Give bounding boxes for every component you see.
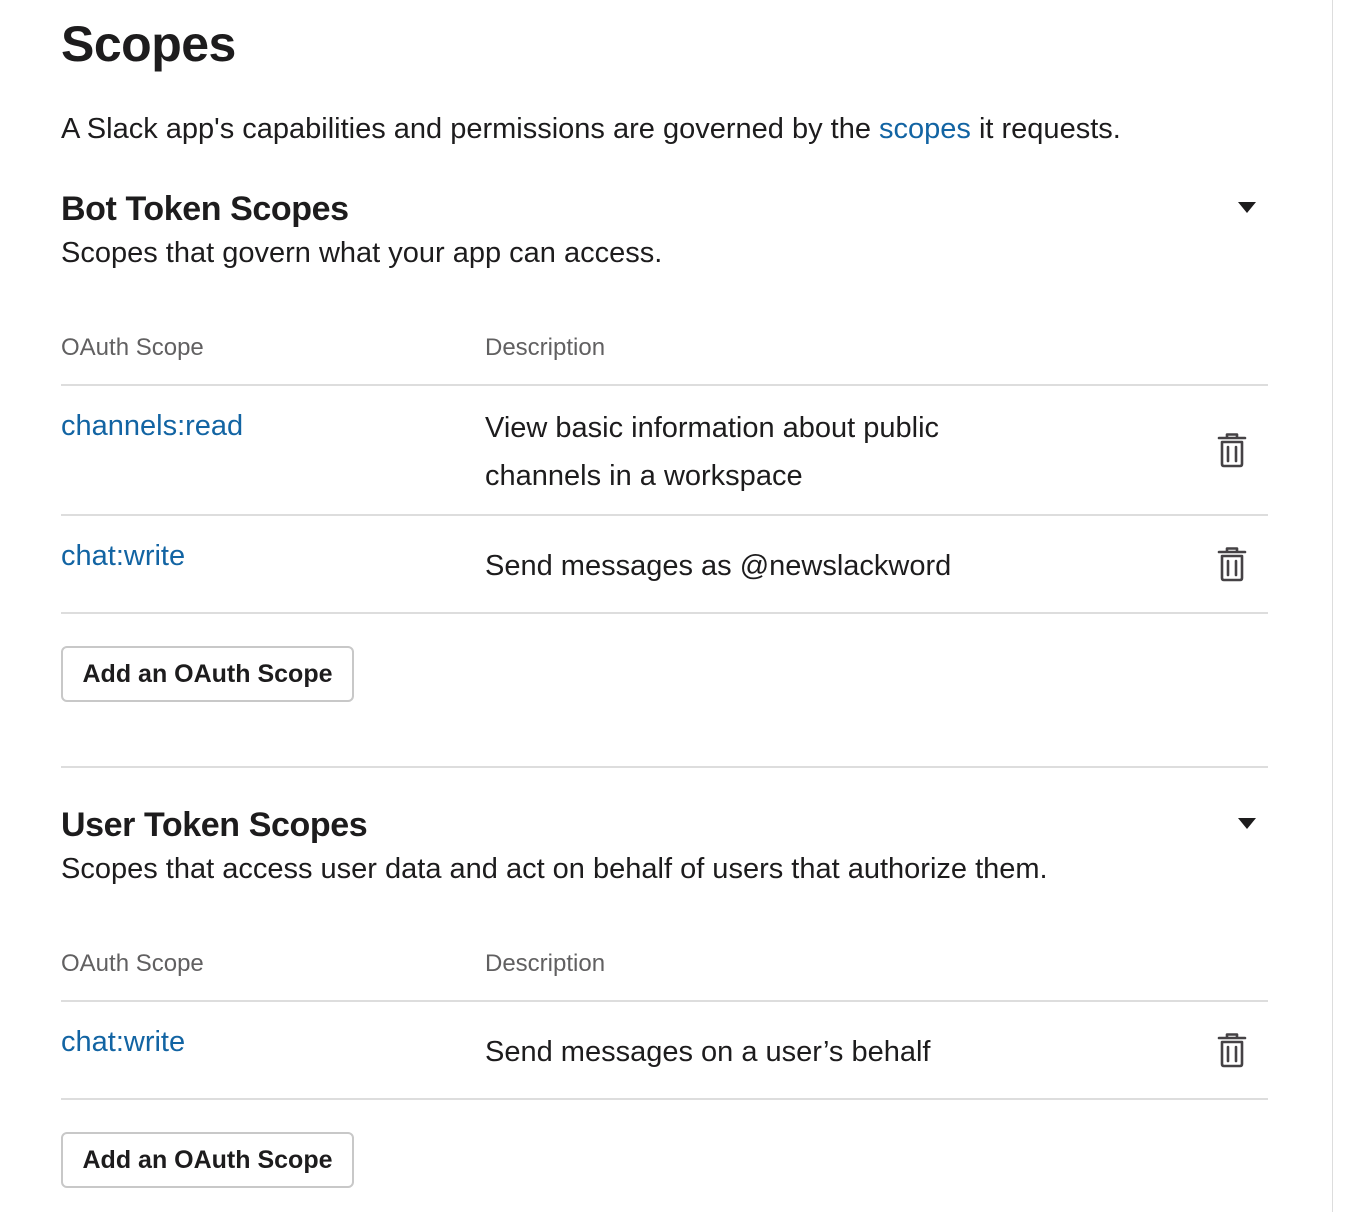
- scope-link[interactable]: chat:write: [61, 1022, 185, 1062]
- table-row: channels:read View basic information abo…: [61, 384, 1268, 514]
- table-header: OAuth Scope Description: [61, 328, 1268, 368]
- trash-icon[interactable]: [1216, 546, 1248, 582]
- page-title: Scopes: [61, 16, 236, 72]
- scopes-doc-link[interactable]: scopes: [879, 113, 971, 145]
- add-oauth-scope-button[interactable]: Add an OAuth Scope: [61, 646, 354, 702]
- column-header-description: Description: [485, 334, 606, 361]
- section-subtitle: Scopes that govern what your app can acc…: [61, 237, 663, 269]
- table-header: OAuth Scope Description: [61, 944, 1268, 984]
- caret-down-icon[interactable]: [1236, 812, 1258, 834]
- scope-description: Send messages as @newslackword: [485, 550, 952, 582]
- column-header-scope: OAuth Scope: [61, 334, 204, 361]
- scope-link[interactable]: chat:write: [61, 536, 185, 576]
- add-oauth-scope-button[interactable]: Add an OAuth Scope: [61, 1132, 354, 1188]
- scope-link[interactable]: channels:read: [61, 406, 243, 446]
- section-title: Bot Token Scopes: [61, 190, 349, 228]
- intro-text-end: it requests.: [970, 113, 1121, 145]
- scope-description: Send messages on a user’s behalf: [485, 1036, 931, 1068]
- intro-text-start: A Slack app's capabilities and permissio…: [61, 113, 880, 145]
- scrollbar-edge: [1332, 0, 1333, 1212]
- column-header-scope: OAuth Scope: [61, 950, 204, 977]
- table-row: chat:write Send messages as @newslackwor…: [61, 514, 1268, 614]
- table-row: chat:write Send messages on a user’s beh…: [61, 1000, 1268, 1100]
- trash-icon[interactable]: [1216, 432, 1248, 468]
- intro-text: A Slack app's capabilities and permissio…: [61, 110, 1121, 148]
- trash-icon[interactable]: [1216, 1032, 1248, 1068]
- section-subtitle: Scopes that access user data and act on …: [61, 853, 1048, 885]
- section-divider: [61, 766, 1268, 768]
- section-title: User Token Scopes: [61, 806, 368, 844]
- scope-description: View basic information about public chan…: [485, 412, 940, 492]
- column-header-description: Description: [485, 950, 606, 977]
- caret-down-icon[interactable]: [1236, 196, 1258, 218]
